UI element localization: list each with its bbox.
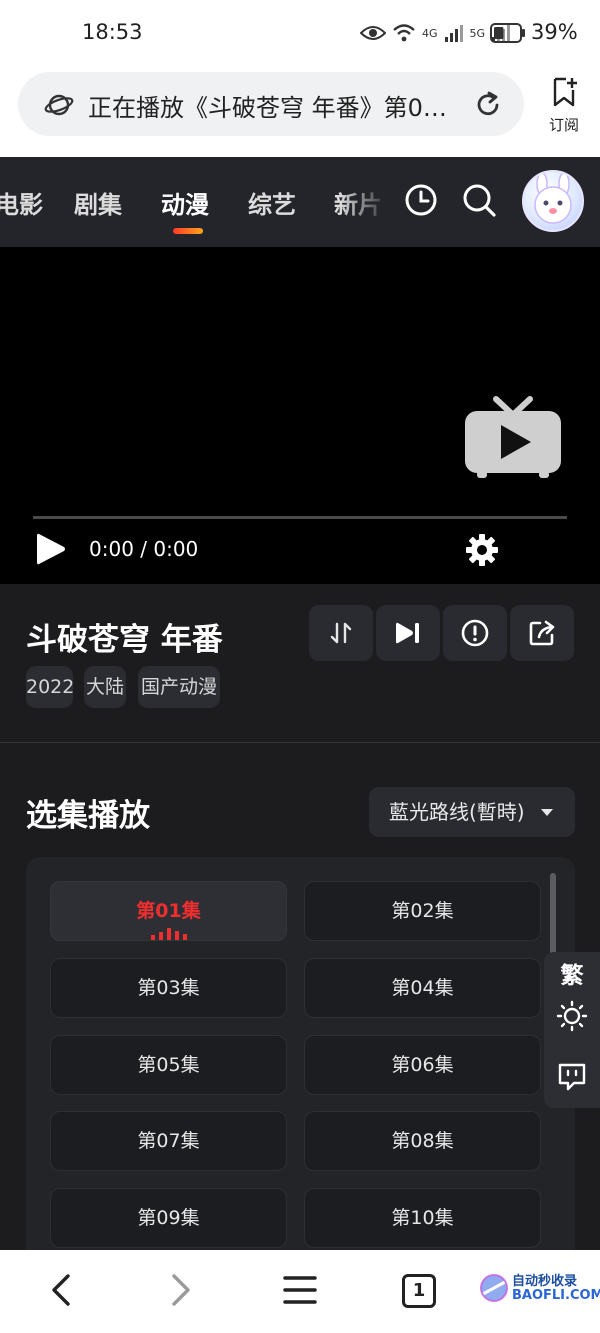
- episode-button[interactable]: 第09集: [50, 1188, 287, 1248]
- video-progress-track[interactable]: [33, 516, 567, 519]
- feedback-message-icon[interactable]: [556, 1060, 588, 1092]
- menu-icon[interactable]: [282, 1272, 318, 1308]
- episode-button-active[interactable]: 第01集: [50, 881, 287, 941]
- back-arrow-icon[interactable]: [48, 1272, 76, 1308]
- episode-button[interactable]: 第08集: [304, 1111, 541, 1171]
- avatar-character-icon: [534, 172, 572, 224]
- episode-button[interactable]: 第04集: [304, 958, 541, 1018]
- report-button[interactable]: [443, 605, 507, 661]
- video-player[interactable]: 0:00 / 0:00: [0, 247, 600, 584]
- episode-button[interactable]: 第03集: [50, 958, 287, 1018]
- address-text[interactable]: 正在播放《斗破苍穹 年番》第01集: [88, 88, 458, 123]
- watermark-logo-icon: [480, 1274, 508, 1302]
- nav-item-variety[interactable]: 综艺: [248, 185, 296, 220]
- subscribe-button[interactable]: 订阅: [540, 72, 588, 142]
- episode-button[interactable]: 第05集: [50, 1035, 287, 1095]
- settings-gear-icon[interactable]: [464, 532, 500, 568]
- tag-year[interactable]: 2022: [26, 666, 74, 708]
- side-toolbar: 繁: [544, 952, 600, 1108]
- tag-region[interactable]: 大陆: [84, 666, 126, 708]
- watermark: 自动秒收录 BAOFLI.COM: [478, 1268, 600, 1312]
- show-info: 斗破苍穹 年番 2022 大陆 国产动漫: [0, 584, 600, 742]
- episode-label: 第01集: [136, 900, 201, 922]
- episode-list-panel: 第01集 第02集 第03集 第04集 第05集 第06集 第07集 第08集 …: [26, 857, 575, 1277]
- status-time: 18:53: [82, 20, 143, 44]
- category-nav: 电影 剧集 动漫 综艺 新片: [0, 157, 600, 247]
- warning-circle-icon: [461, 619, 489, 647]
- address-bar[interactable]: 正在播放《斗破苍穹 年番》第01集: [18, 72, 524, 136]
- sort-toggle-button[interactable]: [309, 605, 373, 661]
- video-time: 0:00 / 0:00: [89, 537, 199, 561]
- next-episode-button[interactable]: [376, 605, 440, 661]
- nav-active-indicator: [173, 228, 203, 234]
- tabs-button[interactable]: 1: [402, 1274, 436, 1308]
- episode-button[interactable]: 第10集: [304, 1188, 541, 1248]
- play-icon[interactable]: [34, 531, 68, 567]
- episode-button[interactable]: 第06集: [304, 1035, 541, 1095]
- avatar[interactable]: [522, 170, 584, 232]
- episode-button[interactable]: 第07集: [50, 1111, 287, 1171]
- search-icon[interactable]: [460, 181, 498, 219]
- forward-arrow-icon[interactable]: [166, 1272, 194, 1308]
- playing-bars-icon: [151, 928, 187, 940]
- nav-item-series[interactable]: 剧集: [74, 185, 122, 220]
- status-bar: 18:53 4G 5G 39%: [0, 0, 600, 66]
- route-select[interactable]: 藍光路线(暫時): [369, 787, 575, 837]
- wifi-icon: [393, 24, 415, 42]
- tv-play-logo-icon: [465, 396, 561, 478]
- episodes-heading: 选集播放: [26, 798, 150, 834]
- battery-percent: 39%: [531, 20, 578, 44]
- tag-genre[interactable]: 国产动漫: [138, 666, 220, 708]
- share-button[interactable]: [510, 605, 574, 661]
- bookmark-add-icon: [553, 77, 577, 107]
- traditional-chinese-toggle[interactable]: 繁: [544, 956, 600, 990]
- show-title: 斗破苍穹 年番: [26, 622, 223, 658]
- net-4g-label: 4G: [422, 26, 438, 40]
- planet-icon: [44, 94, 74, 116]
- route-select-value: 藍光路线(暫時): [389, 800, 525, 824]
- sun-icon[interactable]: [556, 1000, 588, 1032]
- reload-icon[interactable]: [472, 89, 504, 121]
- sort-arrows-icon: [330, 622, 352, 644]
- history-clock-icon[interactable]: [402, 181, 440, 219]
- browser-toolbar: 正在播放《斗破苍穹 年番》第01集 订阅: [0, 66, 600, 157]
- share-icon: [529, 620, 555, 646]
- net-5g-label: 5G: [469, 26, 486, 40]
- episode-button[interactable]: 第02集: [304, 881, 541, 941]
- status-icons: 4G 5G: [360, 20, 511, 46]
- episode-list-scrollbar[interactable]: [550, 873, 556, 955]
- nav-item-movie[interactable]: 电影: [0, 185, 43, 220]
- nav-fade: [340, 157, 390, 247]
- watermark-line1: 自动秒收录: [512, 1274, 578, 1289]
- eye-icon: [360, 26, 386, 40]
- subscribe-label: 订阅: [548, 116, 579, 134]
- battery-icon: [490, 23, 525, 43]
- skip-next-icon: [396, 622, 419, 644]
- signal-4g-icon: [444, 25, 463, 42]
- watermark-line2: BAOFLI.COM: [512, 1288, 600, 1303]
- section-divider: [0, 742, 600, 743]
- nav-item-anime[interactable]: 动漫: [161, 185, 209, 220]
- caret-down-icon: [541, 809, 553, 816]
